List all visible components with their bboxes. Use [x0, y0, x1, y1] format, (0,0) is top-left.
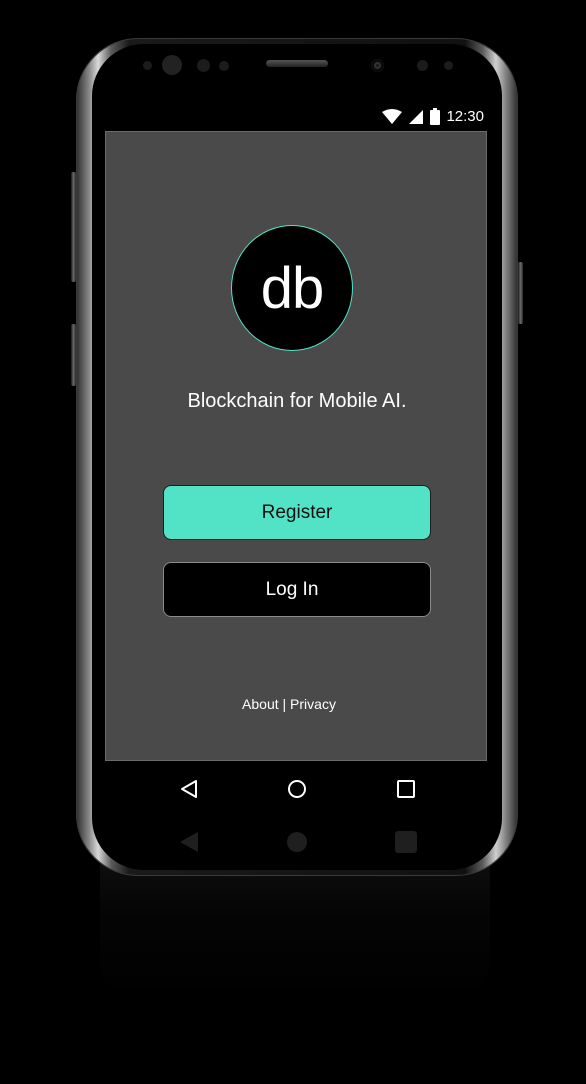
stage: 12:30 db Blockchain for Mobile AI. Regis…	[0, 0, 586, 1084]
register-button[interactable]: Register	[163, 485, 431, 540]
login-button-label: Log In	[265, 578, 319, 600]
navigation-bar	[104, 762, 488, 816]
status-time: 12:30	[446, 108, 484, 125]
battery-icon	[430, 108, 441, 125]
wifi-icon	[382, 108, 403, 124]
recents-icon	[397, 780, 415, 798]
app-logo: db	[231, 225, 353, 351]
home-icon	[288, 780, 306, 798]
privacy-link[interactable]: Privacy	[290, 696, 336, 712]
home-button[interactable]	[284, 776, 310, 802]
earpiece-speaker	[266, 60, 328, 67]
sensor-dot	[197, 59, 210, 72]
reflected-back-icon	[180, 832, 198, 852]
about-link[interactable]: About	[242, 696, 279, 712]
logo-text: db	[260, 255, 325, 321]
reflected-recents-icon	[395, 831, 417, 853]
recents-button[interactable]	[393, 776, 419, 802]
power-button	[518, 262, 523, 324]
footer-links: About | Privacy	[106, 696, 472, 712]
reflected-home-icon	[287, 832, 307, 852]
sensor-dot	[417, 60, 428, 71]
cell-signal-icon	[409, 109, 424, 124]
login-button[interactable]: Log In	[163, 562, 431, 617]
front-camera	[371, 59, 384, 72]
links-separator: |	[282, 696, 287, 712]
register-button-label: Register	[261, 501, 333, 523]
sensor-dot	[143, 61, 152, 70]
back-icon	[181, 780, 197, 798]
sensor-dot	[444, 61, 453, 70]
iris-sensor	[162, 55, 182, 75]
app-screen: db Blockchain for Mobile AI. Register Lo…	[105, 131, 487, 761]
status-bar: 12:30	[104, 104, 488, 130]
tagline: Blockchain for Mobile AI.	[187, 390, 407, 412]
sensor-dot	[219, 61, 229, 71]
back-button[interactable]	[176, 776, 202, 802]
status-icons: 12:30	[382, 108, 484, 125]
